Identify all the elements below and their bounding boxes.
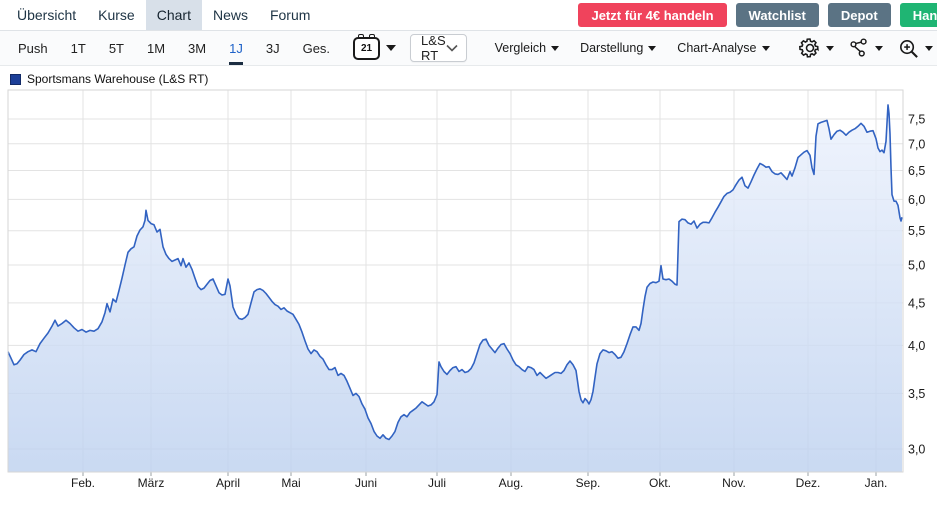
chevron-down-icon xyxy=(446,44,458,52)
y-tick-label: 7,0 xyxy=(908,137,925,151)
menu-vergleich[interactable]: Vergleich xyxy=(495,41,559,55)
period-1t[interactable]: 1T xyxy=(71,32,86,65)
x-tick-label: März xyxy=(138,476,165,490)
y-tick-label: 5,5 xyxy=(908,224,925,238)
menu-darstellung[interactable]: Darstellung xyxy=(580,41,656,55)
legend-swatch xyxy=(10,74,21,85)
period-3j[interactable]: 3J xyxy=(266,32,280,65)
y-tick-label: 5,0 xyxy=(908,259,925,273)
period-1m[interactable]: 1M xyxy=(147,32,165,65)
depot-button[interactable]: Depot xyxy=(828,3,891,27)
chevron-down-icon xyxy=(826,46,834,51)
x-tick-label: Jan. xyxy=(865,476,888,490)
period-push[interactable]: Push xyxy=(18,32,48,65)
chart-toolbar: Push 1T 5T 1M 3M 1J 3J Ges. 21 L&S RT Ve… xyxy=(0,30,937,66)
x-tick-label: April xyxy=(216,476,240,490)
chevron-down-icon xyxy=(875,46,883,51)
chevron-down-icon xyxy=(925,46,933,51)
y-tick-label: 3,0 xyxy=(908,443,925,457)
x-tick-label: Nov. xyxy=(722,476,746,490)
chevron-down-icon xyxy=(386,45,396,51)
nav-action-buttons: Jetzt für 4€ handeln Watchlist Depot Han… xyxy=(578,3,937,27)
settings-button[interactable] xyxy=(799,37,834,59)
trade-button[interactable]: Jetzt für 4€ handeln xyxy=(578,3,726,27)
handeln-button[interactable]: Handeln xyxy=(900,3,937,27)
toolbar-icons xyxy=(791,37,937,60)
nav-item-chart[interactable]: Chart xyxy=(146,0,202,30)
chevron-down-icon xyxy=(762,46,770,51)
x-tick-label: Sep. xyxy=(576,476,601,490)
x-tick-label: Okt. xyxy=(649,476,671,490)
chevron-down-icon xyxy=(551,46,559,51)
y-tick-label: 6,0 xyxy=(908,193,925,207)
x-tick-label: Feb. xyxy=(71,476,95,490)
chart-section: Sportsmans Warehouse (L&S RT) 7,5 7,0 6,5 6… xyxy=(0,66,937,500)
nav-item-forum[interactable]: Forum xyxy=(259,0,321,30)
period-5t[interactable]: 5T xyxy=(109,32,124,65)
period-3m[interactable]: 3M xyxy=(188,32,206,65)
nav-item-uebersicht[interactable]: Übersicht xyxy=(6,0,87,30)
calendar-icon: 21 xyxy=(353,37,380,60)
menu-chart-analyse[interactable]: Chart-Analyse xyxy=(677,41,769,55)
period-1j[interactable]: 1J xyxy=(229,32,243,65)
watchlist-button[interactable]: Watchlist xyxy=(736,3,819,27)
x-tick-label: Dez. xyxy=(796,476,821,490)
chart-legend: Sportsmans Warehouse (L&S RT) xyxy=(10,72,208,86)
zoom-in-icon xyxy=(897,37,920,60)
nav-item-kurse[interactable]: Kurse xyxy=(87,0,146,30)
x-tick-label: Aug. xyxy=(499,476,524,490)
gear-icon xyxy=(799,37,821,59)
x-tick-label: Juni xyxy=(355,476,377,490)
x-tick-label: Juli xyxy=(428,476,446,490)
y-tick-label: 3,5 xyxy=(908,387,925,401)
y-tick-label: 7,5 xyxy=(908,113,925,127)
price-chart[interactable]: 7,5 7,0 6,5 6,0 5,5 5,0 4,5 4,0 3,5 3,0 Feb. März Ap… xyxy=(0,66,937,500)
period-ges[interactable]: Ges. xyxy=(303,32,330,65)
share-icon xyxy=(848,37,870,59)
x-tick-label: Mai xyxy=(281,476,300,490)
y-tick-label: 6,5 xyxy=(908,164,925,178)
legend-label: Sportsmans Warehouse (L&S RT) xyxy=(27,72,208,86)
date-range-picker[interactable]: 21 xyxy=(353,37,396,60)
zoom-button[interactable] xyxy=(897,37,933,60)
instrument-select[interactable]: L&S RT xyxy=(410,34,467,62)
chevron-down-icon xyxy=(648,46,656,51)
y-tick-label: 4,0 xyxy=(908,339,925,353)
y-tick-label: 4,5 xyxy=(908,296,925,310)
share-button[interactable] xyxy=(848,37,883,59)
main-nav: Übersicht Kurse Chart News Forum Jetzt f… xyxy=(0,0,937,30)
nav-item-news[interactable]: News xyxy=(202,0,259,30)
